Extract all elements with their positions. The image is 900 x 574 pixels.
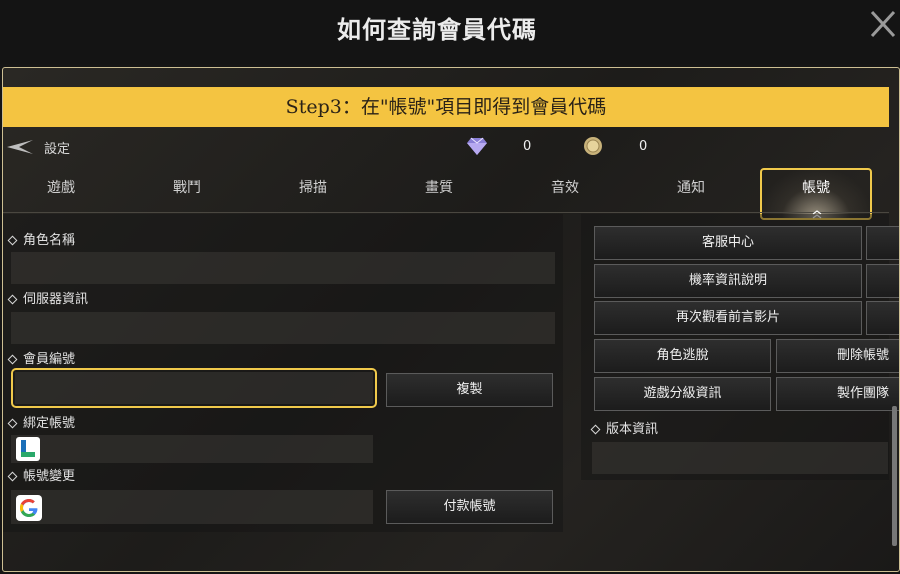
payment-account-button[interactable]: 付款帳號 <box>386 490 553 524</box>
change-account-label: 帳號變更 <box>3 465 75 484</box>
bullet-icon <box>7 294 18 304</box>
scrollbar[interactable] <box>892 406 897 546</box>
main-frame: Step3：在"帳號"項目即得到會員代碼 設定 0 0 遊戲 戰鬥 掃描 畫質 … <box>2 67 900 572</box>
menu-button-partial[interactable] <box>866 264 899 298</box>
status-row: 設定 0 0 <box>3 130 889 164</box>
bullet-icon <box>7 235 18 245</box>
server-info-field <box>11 312 555 344</box>
tab-scan[interactable]: 掃描 <box>250 166 376 212</box>
back-arrow-icon[interactable] <box>5 138 35 156</box>
tab-notification[interactable]: 通知 <box>628 166 754 212</box>
menu-button-partial[interactable] <box>866 301 899 335</box>
tab-graphics[interactable]: 畫質 <box>376 166 502 212</box>
coin-count: 0 <box>639 139 648 154</box>
tab-bar: 遊戲 戰鬥 掃描 畫質 音效 通知 帳號 <box>3 166 889 213</box>
page-title: 如何查詢會員代碼 <box>337 16 537 44</box>
copy-button[interactable]: 複製 <box>386 373 553 407</box>
bullet-icon <box>7 471 18 481</box>
close-icon[interactable] <box>870 4 896 40</box>
member-id-label: 會員編號 <box>3 348 75 367</box>
bullet-icon <box>590 424 601 434</box>
bullet-icon <box>7 354 18 364</box>
top-bar: 如何查詢會員代碼 <box>0 0 900 64</box>
version-info-field <box>592 442 888 474</box>
bullet-icon <box>7 418 18 428</box>
diamond-icon <box>466 136 488 156</box>
character-name-label: 角色名稱 <box>3 229 75 248</box>
member-id-highlight <box>11 368 377 408</box>
delete-account-button[interactable]: 刪除帳號 <box>776 339 899 373</box>
chevron-up-icon <box>811 204 823 219</box>
tab-combat[interactable]: 戰鬥 <box>124 166 250 212</box>
coin-icon <box>583 136 603 156</box>
menu-button-partial[interactable] <box>866 226 899 260</box>
line-icon <box>16 437 40 461</box>
bound-account-label: 綁定帳號 <box>3 412 75 431</box>
google-icon[interactable] <box>16 495 42 521</box>
production-team-button[interactable]: 製作團隊 <box>776 377 899 411</box>
bound-account-field <box>11 435 373 463</box>
settings-label: 設定 <box>44 142 71 157</box>
customer-service-button[interactable]: 客服中心 <box>594 226 862 260</box>
game-rating-info-button[interactable]: 遊戲分級資訊 <box>594 377 771 411</box>
diamond-count: 0 <box>523 139 532 154</box>
change-account-field <box>11 490 373 524</box>
server-info-label: 伺服器資訊 <box>3 288 88 307</box>
step-banner: Step3：在"帳號"項目即得到會員代碼 <box>3 87 889 127</box>
version-info-label: 版本資訊 <box>586 418 658 437</box>
character-escape-button[interactable]: 角色逃脫 <box>594 339 771 373</box>
character-name-field <box>11 252 555 284</box>
tab-game[interactable]: 遊戲 <box>3 166 124 212</box>
tab-sound[interactable]: 音效 <box>502 166 628 212</box>
rewatch-prologue-button[interactable]: 再次觀看前言影片 <box>594 301 862 335</box>
probability-info-button[interactable]: 機率資訊說明 <box>594 264 862 298</box>
